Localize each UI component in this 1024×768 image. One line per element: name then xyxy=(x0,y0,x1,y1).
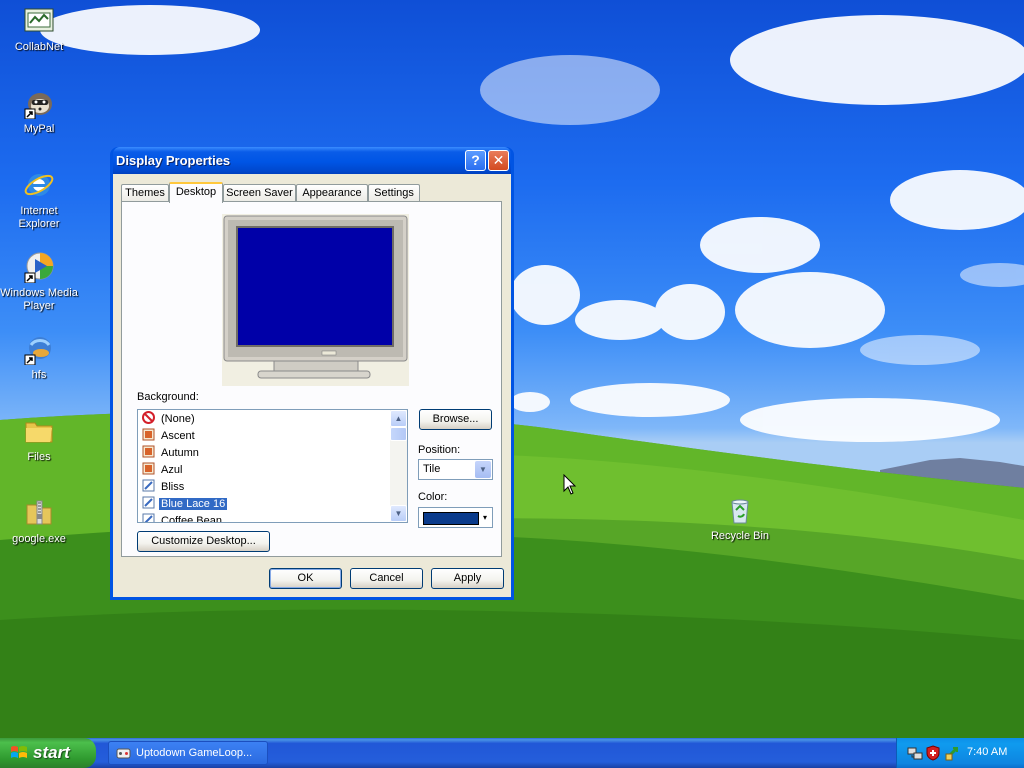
desktop-icon-files[interactable]: Files xyxy=(0,415,78,464)
desktop-tab-panel: Background: (None) Ascent Autumn Azul Bl… xyxy=(121,201,502,557)
desktop-icon-mypal[interactable]: MyPal xyxy=(0,87,78,136)
bitmap-icon xyxy=(142,513,155,522)
desktop-icon-internet-explorer[interactable]: Internet Explorer xyxy=(0,169,78,231)
chevron-down-icon[interactable]: ▾ xyxy=(479,509,491,526)
taskbar: start Uptodown GameLoop... 7:40 AM xyxy=(0,738,1024,768)
preview-screen xyxy=(238,228,392,345)
taskbar-item-label: Uptodown GameLoop... xyxy=(136,747,253,759)
cancel-button[interactable]: Cancel xyxy=(350,568,423,589)
list-item[interactable]: Coffee Bean xyxy=(142,513,224,523)
picture-icon xyxy=(142,428,155,441)
desktop-icon-label: Windows Media Player xyxy=(0,287,78,312)
folder-icon xyxy=(25,422,53,443)
list-item-label: Autumn xyxy=(161,447,199,459)
scroll-down-button[interactable]: ▼ xyxy=(390,505,407,522)
desktop-icon-label: MyPal xyxy=(23,123,55,135)
listbox-scrollbar[interactable]: ▲ ▼ xyxy=(390,410,407,522)
bitmap-icon xyxy=(142,479,155,492)
scroll-up-button[interactable]: ▲ xyxy=(390,410,407,427)
display-properties-window: Display Properties ? ✕ Themes Desktop Sc… xyxy=(110,147,514,600)
desktop-icon-windows-media-player[interactable]: Windows Media Player xyxy=(0,251,78,313)
tab-settings[interactable]: Settings xyxy=(368,184,420,201)
desktop-icon-label: Internet Explorer xyxy=(18,205,60,230)
window-client-area: Themes Desktop Screen Saver Appearance S… xyxy=(113,174,511,597)
start-label: start xyxy=(33,743,70,762)
gameloop-icon xyxy=(116,748,131,759)
list-item-selected[interactable]: Blue Lace 16 xyxy=(142,496,229,513)
desktop-icon-label: Recycle Bin xyxy=(710,530,770,542)
windows-logo-icon xyxy=(11,746,27,758)
internet-explorer-icon xyxy=(24,174,54,196)
desktop-icon-hfs[interactable]: hfs xyxy=(0,333,78,382)
list-item[interactable]: Azul xyxy=(142,462,184,479)
scroll-thumb[interactable] xyxy=(390,427,407,441)
help-icon: ? xyxy=(471,152,480,168)
list-item-label: (None) xyxy=(161,413,195,425)
customize-desktop-button[interactable]: Customize Desktop... xyxy=(137,531,270,552)
title-bar[interactable]: Display Properties ? ✕ xyxy=(113,147,511,174)
monitor-preview xyxy=(222,214,409,386)
position-dropdown[interactable]: Tile ▼ xyxy=(418,459,493,480)
background-listbox[interactable]: (None) Ascent Autumn Azul Bliss Blue Lac… xyxy=(137,409,408,523)
clock[interactable]: 7:40 AM xyxy=(967,746,1007,758)
list-item-label: Coffee Bean xyxy=(161,515,222,523)
list-item[interactable]: Ascent xyxy=(142,428,197,445)
list-item-label: Ascent xyxy=(161,430,195,442)
mouse-cursor-icon xyxy=(563,474,577,495)
arrow-down-icon: ▼ xyxy=(394,509,403,518)
window-title: Display Properties xyxy=(116,153,231,168)
desktop-icon-recycle-bin[interactable]: Recycle Bin xyxy=(701,494,779,543)
system-tray: 7:40 AM xyxy=(896,738,1024,768)
picture-icon xyxy=(142,445,155,458)
list-item-label: Azul xyxy=(161,464,183,476)
position-value: Tile xyxy=(423,463,441,475)
security-shield-icon[interactable] xyxy=(926,745,940,761)
raccoon-icon xyxy=(24,93,52,119)
desktop-icon-label: Files xyxy=(27,451,51,463)
list-item-label: Blue Lace 16 xyxy=(157,497,229,511)
media-player-icon xyxy=(24,252,54,283)
list-item-label: Bliss xyxy=(161,481,185,493)
recycle-bin-icon xyxy=(731,499,749,524)
tab-themes[interactable]: Themes xyxy=(121,184,169,201)
desktop-icon-google-exe[interactable]: google.exe xyxy=(0,497,78,546)
taskbar-item-gameloop[interactable]: Uptodown GameLoop... xyxy=(108,741,268,765)
bitmap-icon xyxy=(142,496,155,509)
browse-button[interactable]: Browse... xyxy=(419,409,492,430)
hfs-icon xyxy=(24,337,51,365)
zip-archive-icon xyxy=(26,500,52,525)
none-icon xyxy=(142,411,155,424)
color-picker-button[interactable]: ▾ xyxy=(418,507,493,528)
picture-icon xyxy=(142,462,155,475)
apply-button[interactable]: Apply xyxy=(431,568,504,589)
chevron-down-icon[interactable]: ▼ xyxy=(475,461,491,478)
desktop-icon-label: hfs xyxy=(31,369,47,381)
list-item[interactable]: (None) xyxy=(142,411,197,428)
color-label: Color: xyxy=(418,491,448,503)
arrow-up-icon: ▲ xyxy=(394,414,403,423)
close-button[interactable]: ✕ xyxy=(488,150,509,171)
list-item[interactable]: Autumn xyxy=(142,445,201,462)
tab-appearance[interactable]: Appearance xyxy=(296,184,368,201)
position-label: Position: xyxy=(418,444,461,456)
list-item[interactable]: Bliss xyxy=(142,479,186,496)
update-icon[interactable] xyxy=(944,745,960,761)
ok-button[interactable]: OK xyxy=(269,568,342,589)
start-button[interactable]: start xyxy=(0,738,96,768)
color-swatch xyxy=(423,512,479,525)
network-icon[interactable] xyxy=(907,745,923,761)
desktop-icon-collabnet[interactable]: CollabNet xyxy=(0,5,78,54)
desktop-icon-label: CollabNet xyxy=(14,41,64,53)
close-icon: ✕ xyxy=(492,152,505,168)
background-label: Background: xyxy=(137,391,199,403)
tab-screen-saver[interactable]: Screen Saver xyxy=(223,184,296,201)
desktop-icon-label: google.exe xyxy=(12,533,66,545)
tab-desktop[interactable]: Desktop xyxy=(169,182,223,203)
collabnet-icon xyxy=(24,8,54,32)
help-button[interactable]: ? xyxy=(465,150,486,171)
